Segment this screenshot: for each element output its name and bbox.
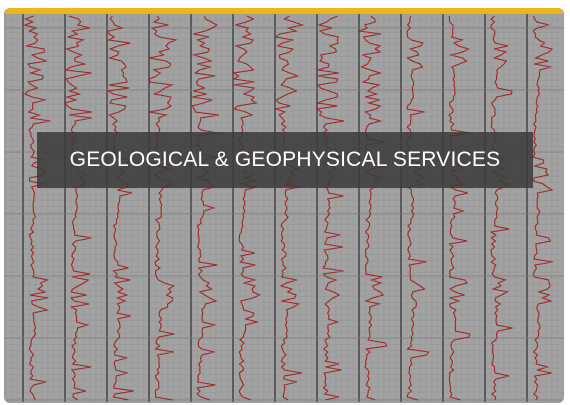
well-log-image — [5, 8, 563, 402]
card-accent-bar — [5, 8, 563, 14]
service-card[interactable]: GEOLOGICAL & GEOPHYSICAL SERVICES — [4, 8, 564, 403]
title-banner[interactable]: GEOLOGICAL & GEOPHYSICAL SERVICES — [37, 132, 533, 188]
card-title: GEOLOGICAL & GEOPHYSICAL SERVICES — [69, 148, 501, 171]
